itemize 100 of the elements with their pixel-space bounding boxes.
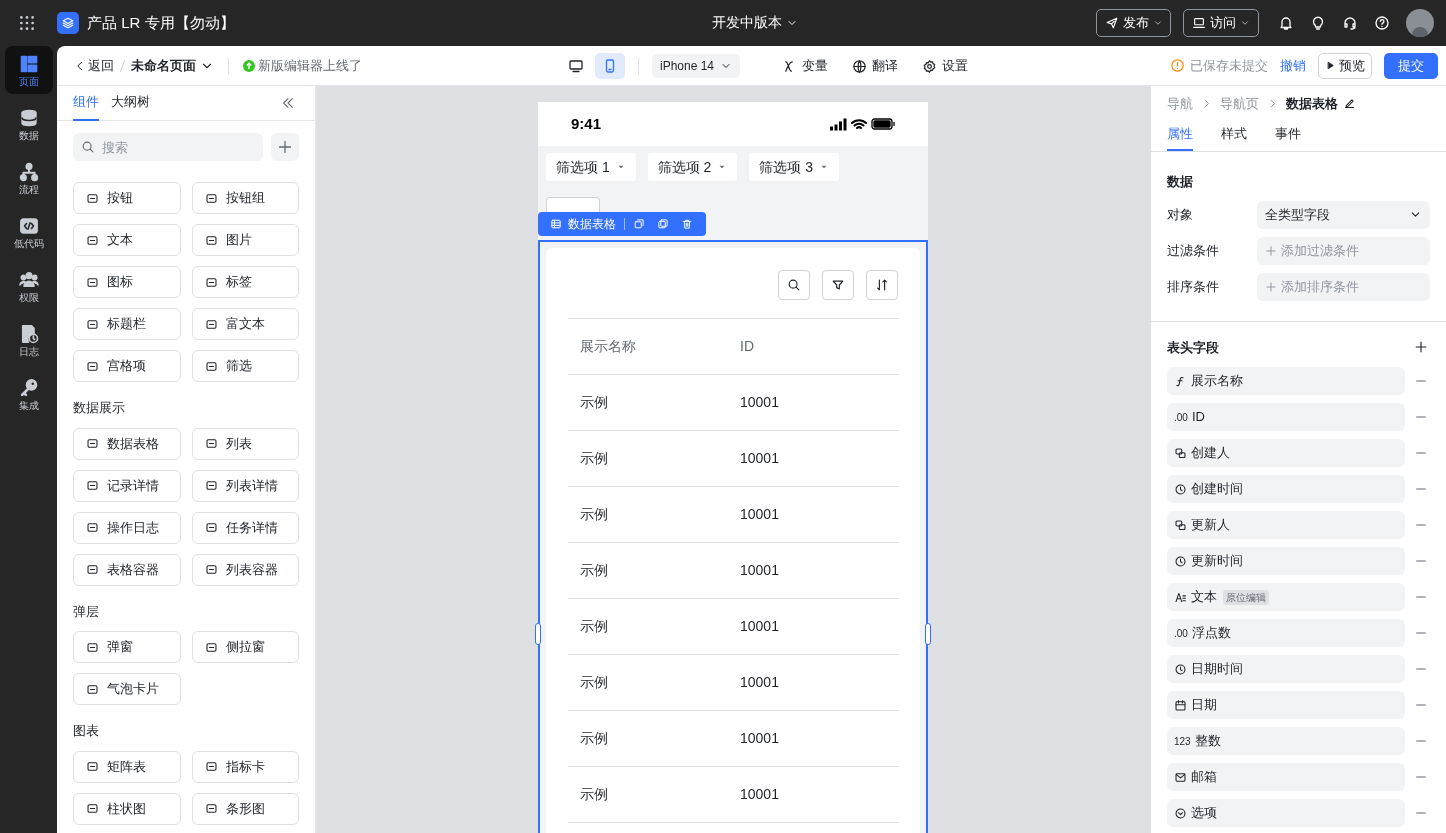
section-heading: 弹层: [72, 602, 100, 621]
preview-button[interactable]: 预览: [1318, 52, 1372, 79]
back-button[interactable]: 返回: [74, 55, 114, 76]
search-button[interactable]: [778, 270, 810, 300]
component-item[interactable]: 数据表格: [73, 427, 181, 460]
column-field[interactable]: 123 整数: [1167, 727, 1405, 755]
publish-button[interactable]: 发布: [1096, 9, 1171, 37]
component-icon: [86, 521, 99, 534]
component-item[interactable]: 标题栏: [73, 308, 181, 340]
rail-item[interactable]: 数据: [4, 100, 53, 148]
component-item[interactable]: 记录详情: [73, 469, 181, 502]
add-button[interactable]: [271, 133, 299, 161]
rail-item[interactable]: 流程: [4, 154, 53, 202]
notice-text[interactable]: 新版编辑器上线了: [258, 55, 362, 76]
column-field[interactable]: .00 浮点数: [1167, 619, 1405, 647]
component-item[interactable]: 按钮: [73, 182, 181, 214]
filter-dropdown[interactable]: 筛选项 1: [546, 153, 636, 181]
toolbar-button[interactable]: 翻译: [852, 56, 899, 76]
component-item[interactable]: 弹窗: [73, 631, 181, 663]
component-item[interactable]: 列表: [191, 427, 299, 460]
component-item[interactable]: 图标: [73, 266, 181, 298]
panel-tab[interactable]: 事件: [1275, 123, 1301, 151]
panel-tab[interactable]: 组件: [73, 86, 99, 121]
visit-button[interactable]: 访问: [1183, 9, 1259, 37]
component-item[interactable]: 列表详情: [191, 469, 299, 502]
column-field[interactable]: 更新时间: [1167, 547, 1405, 575]
column-field[interactable]: 日期: [1167, 691, 1405, 719]
rail-item[interactable]: 集成: [4, 370, 53, 418]
device-model-dropdown[interactable]: iPhone 14: [652, 54, 741, 78]
component-item[interactable]: 气泡卡片: [73, 673, 181, 705]
component-item[interactable]: 柱状图: [73, 792, 181, 825]
column-field[interactable]: 邮箱: [1167, 763, 1405, 791]
calendar-icon: [1174, 698, 1187, 712]
resize-handle[interactable]: [535, 623, 541, 645]
component-item[interactable]: 筛选: [191, 350, 299, 382]
rail-item[interactable]: 页面: [4, 46, 53, 94]
component-icon: [204, 359, 218, 373]
rail-item[interactable]: 低代码: [4, 208, 53, 256]
component-item[interactable]: 标签: [191, 266, 299, 298]
component-item[interactable]: 按钮组: [191, 182, 299, 214]
component-item[interactable]: 侧拉窗: [191, 631, 299, 663]
component-icon: [204, 233, 218, 247]
object-select[interactable]: 全类型字段: [1257, 200, 1430, 229]
component-item[interactable]: 操作日志: [73, 511, 181, 544]
toolbar-button[interactable]: 变量: [782, 56, 829, 76]
component-item[interactable]: 任务详情: [191, 511, 299, 544]
component-item[interactable]: 富文本: [191, 308, 299, 340]
add-field-button[interactable]: [1414, 340, 1428, 355]
column-field[interactable]: 文本 原位编辑: [1167, 583, 1405, 611]
column-field[interactable]: 展示名称: [1167, 367, 1405, 395]
app-title: 产品 LR 专用【勿动】: [87, 12, 235, 33]
panel-tab[interactable]: 样式: [1221, 123, 1247, 151]
column-field[interactable]: 创建时间: [1167, 475, 1405, 503]
rail-item[interactable]: 日志: [4, 316, 53, 364]
field-name: 创建时间: [1191, 480, 1243, 499]
plus-icon: [1414, 340, 1428, 355]
component-icon: [204, 317, 218, 331]
component-icon: [86, 191, 99, 205]
component-item[interactable]: 文本: [73, 224, 181, 256]
version-dropdown[interactable]: 开发中版本: [712, 12, 798, 33]
partially-hidden-button[interactable]: [546, 197, 600, 212]
collapse-button[interactable]: [281, 96, 295, 110]
component-item[interactable]: 矩阵表: [73, 750, 181, 783]
component-item[interactable]: 图片: [191, 224, 299, 256]
key-icon: [18, 377, 39, 398]
sort-button[interactable]: [866, 270, 898, 300]
column-field[interactable]: 日期时间: [1167, 655, 1405, 683]
avatar[interactable]: [1406, 9, 1434, 37]
component-item[interactable]: 列表容器: [191, 553, 299, 586]
laptop-icon: [1192, 16, 1206, 30]
breadcrumb-item[interactable]: 数据表格: [1286, 93, 1338, 114]
filter-button[interactable]: [822, 270, 854, 300]
rail-item[interactable]: 权限: [4, 262, 53, 310]
toolbar-button[interactable]: 设置: [922, 56, 969, 76]
component-item[interactable]: 表格容器: [73, 553, 181, 586]
play-icon: [1325, 60, 1336, 71]
filter-dropdown[interactable]: 筛选项 3: [749, 153, 840, 181]
component-item[interactable]: 指标卡: [191, 750, 299, 783]
search-field[interactable]: 搜索: [73, 133, 263, 161]
component-icon: [204, 479, 218, 492]
panel-tab[interactable]: 属性: [1167, 123, 1193, 151]
table-cell-text: 10001: [739, 561, 780, 580]
settings-icon: [922, 58, 938, 74]
resize-handle[interactable]: [925, 623, 931, 645]
submit-button[interactable]: 提交: [1384, 52, 1438, 79]
column-field[interactable]: 选项: [1167, 799, 1405, 827]
lightbulb-icon: [1310, 15, 1326, 31]
duplicate-icon: [657, 218, 669, 230]
mobile-view-button[interactable]: [595, 53, 625, 79]
component-item[interactable]: 条形图: [191, 792, 299, 825]
column-field[interactable]: 更新人: [1167, 511, 1405, 539]
panel-tab[interactable]: 大纲树: [111, 86, 150, 121]
column-field[interactable]: 创建人: [1167, 439, 1405, 467]
component-item[interactable]: 宫格项: [73, 350, 181, 382]
undo-link[interactable]: 撤销: [1280, 55, 1306, 76]
filter-dropdown[interactable]: 筛选项 2: [647, 153, 738, 181]
page-selector[interactable]: 未命名页面: [131, 55, 214, 76]
component-icon: [86, 682, 99, 696]
column-field[interactable]: .00 ID: [1167, 403, 1405, 431]
desktop-icon: [568, 58, 584, 74]
